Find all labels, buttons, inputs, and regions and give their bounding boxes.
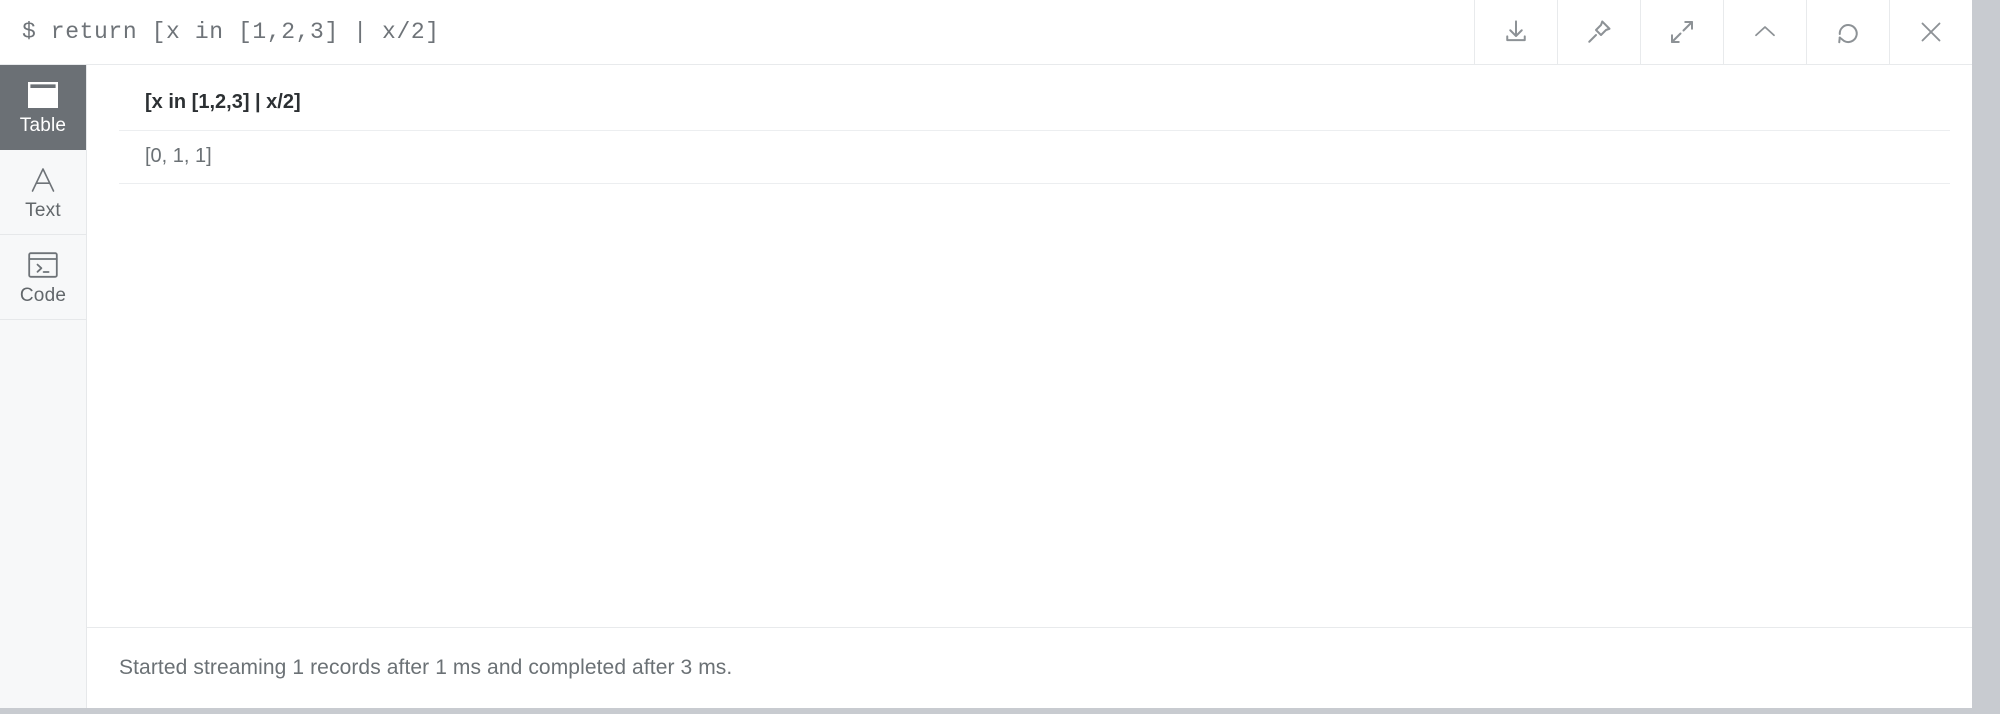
page-gutter-bottom — [0, 708, 2000, 714]
rerun-button[interactable] — [1806, 0, 1889, 64]
table-cell[interactable]: [0, 1, 1] — [119, 130, 1950, 184]
table-row[interactable]: [0, 1, 1] — [119, 130, 1950, 184]
expand-button[interactable] — [1640, 0, 1723, 64]
close-button[interactable] — [1889, 0, 1972, 64]
sidebar-filler — [0, 320, 86, 708]
chevron-up-icon — [1755, 26, 1775, 37]
status-bar: Started streaming 1 records after 1 ms a… — [87, 627, 1972, 708]
command-input[interactable] — [22, 19, 1474, 45]
table-column-header[interactable]: [x in [1,2,3] | x/2] — [119, 65, 1950, 131]
status-message: Started streaming 1 records after 1 ms a… — [119, 656, 733, 679]
command-input-wrapper[interactable] — [0, 0, 1474, 64]
sidebar-item-code-label: Code — [19, 284, 67, 306]
result-main: [x in [1,2,3] | x/2] [0, 1, 1] Started s… — [87, 65, 1972, 708]
sidebar-item-text[interactable]: Text — [0, 150, 86, 235]
sidebar-item-table[interactable]: Table — [0, 65, 86, 150]
view-mode-sidebar: Table Text Code — [0, 65, 87, 708]
table-icon — [28, 81, 58, 108]
pin-button[interactable] — [1557, 0, 1640, 64]
download-icon — [1506, 20, 1526, 42]
code-terminal-icon — [28, 251, 58, 278]
expand-icon — [1671, 21, 1693, 43]
text-a-icon — [31, 167, 55, 192]
table-header-row: [x in [1,2,3] | x/2] — [119, 65, 1950, 131]
result-scroll-area[interactable]: [x in [1,2,3] | x/2] [0, 1, 1] — [87, 65, 1972, 627]
sidebar-item-code[interactable]: Code — [0, 235, 86, 320]
result-frame: Table Text — [0, 0, 1972, 708]
close-icon — [1921, 22, 1941, 42]
command-bar — [0, 0, 1972, 65]
page-gutter-right — [1972, 0, 2000, 714]
result-body: Table Text Code [x in [1,2,3] | x/2] [0,… — [0, 65, 1972, 708]
download-button[interactable] — [1474, 0, 1557, 64]
result-table: [x in [1,2,3] | x/2] [0, 1, 1] — [119, 65, 1950, 184]
sidebar-item-table-label: Table — [19, 114, 67, 136]
collapse-button[interactable] — [1723, 0, 1806, 64]
result-toolbar — [1474, 0, 1972, 64]
pin-icon — [1588, 20, 1611, 43]
refresh-icon — [1838, 24, 1858, 44]
sidebar-item-text-label: Text — [25, 199, 61, 221]
